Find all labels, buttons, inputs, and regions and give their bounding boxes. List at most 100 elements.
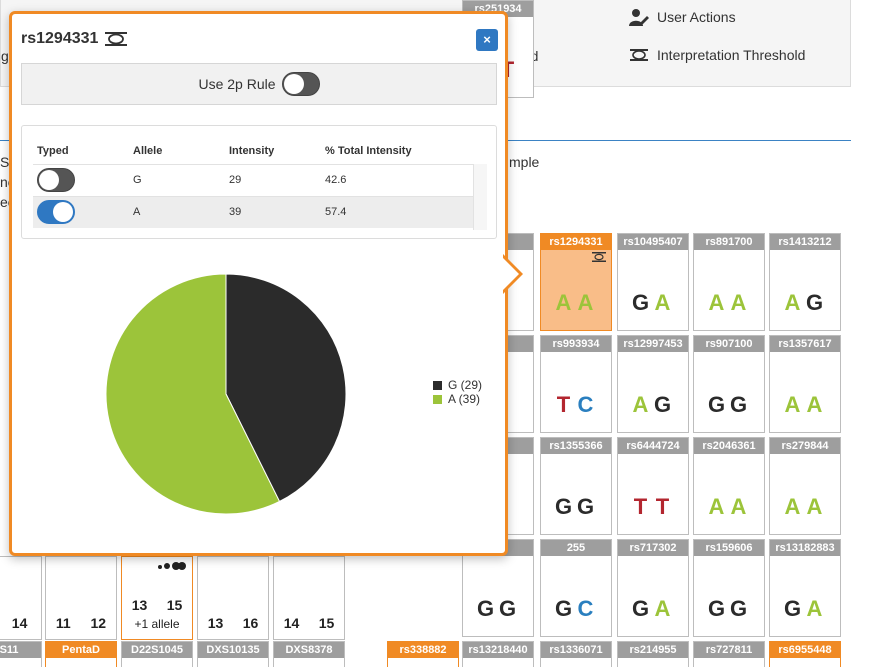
allele-letter: A — [708, 494, 728, 519]
cell-header: 255 — [541, 540, 611, 556]
genotype-alleles: GG — [694, 596, 764, 622]
locus-cell[interactable]: rs214955 — [617, 641, 689, 667]
str-allele: 13 — [131, 597, 148, 613]
genotype-alleles: AA — [694, 494, 764, 520]
str-cell[interactable]: 11 12 — [45, 556, 117, 640]
genotype-cell[interactable]: rs891700 A A — [693, 233, 765, 331]
close-button[interactable]: × — [476, 29, 498, 51]
locus-cell[interactable]: PentaD — [45, 641, 117, 667]
two-p-rule-label: Use 2p Rule — [198, 76, 276, 92]
allele-letter: G — [631, 290, 653, 315]
genotype-alleles: TT — [618, 494, 688, 520]
genotype-alleles: GG — [463, 596, 533, 622]
allele-letter: A — [654, 290, 674, 315]
percent-cell: 57.4 — [321, 195, 486, 228]
str-allele: 14 — [283, 615, 300, 631]
locus-cell[interactable]: rs727811 — [693, 641, 765, 667]
str-allele: 11 — [55, 615, 71, 631]
allele-letter: G — [498, 596, 520, 621]
legend-entry: A (39) — [433, 392, 482, 406]
cell-header: PentaD — [46, 642, 116, 658]
str-allele: 15 — [318, 615, 335, 631]
genotype-cell[interactable]: rs717302 G A — [617, 539, 689, 637]
genotype-cell[interactable]: 255 G C — [540, 539, 612, 637]
allele-letter: T — [655, 494, 673, 519]
genotype-cell[interactable]: rs993934 T C — [540, 335, 612, 433]
genotype-alleles: GG — [541, 494, 611, 520]
locus-cell[interactable]: rs13218440 — [462, 641, 534, 667]
str-cell[interactable]: 14 — [0, 556, 42, 640]
locus-cell[interactable]: 1S11 — [0, 641, 42, 667]
allele-cell: A — [129, 195, 225, 228]
legend-label: A (39) — [448, 392, 481, 406]
allele-letter: G — [631, 596, 653, 621]
str-alleles: 14 — [0, 615, 41, 631]
str-cell[interactable]: 13 15 +1 allele — [121, 556, 193, 640]
table-scrollbar[interactable] — [473, 164, 487, 230]
intensity-pie-chart — [104, 272, 348, 521]
table-row: A 39 57.4 — [33, 195, 486, 228]
cell-header: rs993934 — [541, 336, 611, 352]
threshold-icon — [630, 49, 648, 61]
genotype-cell[interactable]: rs907100 GG — [693, 335, 765, 433]
user-actions-icon — [157, 561, 187, 574]
genotype-cell[interactable]: rs12997453 A G — [617, 335, 689, 433]
genotype-cell[interactable]: rs6444724 T T — [617, 437, 689, 535]
typed-toggle-g[interactable] — [37, 168, 75, 192]
locus-cell[interactable]: rs338882 — [387, 641, 459, 667]
genotype-alleles: GG — [694, 392, 764, 418]
locus-cell[interactable]: DXS8378 — [273, 641, 345, 667]
two-p-rule-toggle[interactable] — [281, 72, 320, 96]
allele-letter: A — [730, 494, 750, 519]
cell-header: rs214955 — [618, 642, 688, 658]
cell-header: rs891700 — [694, 234, 764, 250]
allele-letter: A — [708, 290, 728, 315]
cell-header: DXS8378 — [274, 642, 344, 658]
genotype-cell[interactable]: rs2046361 A A — [693, 437, 765, 535]
allele-letter: A — [784, 494, 804, 519]
str-alleles: 13 16 — [198, 615, 268, 631]
threshold-icon — [592, 252, 606, 265]
genotype-alleles: AG — [618, 392, 688, 418]
cell-header: rs1294331 — [541, 234, 611, 250]
locus-cell[interactable]: D22S1045 — [121, 641, 193, 667]
typed-cell — [33, 163, 129, 196]
locus-detail-popover: rs1294331 × Use 2p Rule Typed Allele Int… — [9, 11, 508, 556]
cell-header: rs159606 — [694, 540, 764, 556]
cell-header: rs907100 — [694, 336, 764, 352]
genotype-cell[interactable]: rs13182883 G A — [769, 539, 841, 637]
typed-toggle-a[interactable] — [37, 200, 75, 225]
allele-letter: G — [476, 596, 498, 621]
allele-letter: G — [729, 596, 751, 621]
cell-header: rs1413212 — [770, 234, 840, 250]
genotype-cell[interactable]: rs1413212 A G — [769, 233, 841, 331]
genotype-cell[interactable]: rs1357617 A A — [769, 335, 841, 433]
genotype-cell[interactable]: rs1294331 A A — [540, 233, 612, 331]
genotype-cell[interactable]: rs1355366 GG — [540, 437, 612, 535]
genotype-cell[interactable]: rs279844 A A — [769, 437, 841, 535]
locus-cell[interactable]: DXS10135 — [197, 641, 269, 667]
allele-table-card: Typed Allele Intensity % Total Intensity… — [21, 125, 497, 239]
col-intensity: Intensity — [229, 144, 275, 157]
str-alleles: 14 15 — [274, 615, 344, 631]
legend-label: G (29) — [448, 378, 483, 392]
cell-header: 1S11 — [0, 642, 41, 658]
allele-letter: A — [806, 494, 826, 519]
allele-cell: G — [129, 163, 225, 196]
str-alleles: 11 12 — [46, 615, 116, 631]
str-allele: 14 — [11, 615, 28, 631]
allele-letter: A — [555, 290, 575, 315]
genotype-alleles: GA — [618, 596, 688, 622]
pie-legend: G (29) A (39) — [433, 378, 482, 406]
locus-cell[interactable]: rs1336071 — [540, 641, 612, 667]
cell-header: rs6955448 — [770, 642, 840, 658]
str-cell[interactable]: 14 15 — [273, 556, 345, 640]
allele-table: Typed Allele Intensity % Total Intensity… — [33, 138, 486, 228]
allele-letter: T — [633, 494, 651, 519]
sample-heading-fragment: mple — [509, 154, 540, 170]
table-row: G 29 42.6 — [33, 163, 486, 196]
locus-cell[interactable]: rs6955448 — [769, 641, 841, 667]
str-cell[interactable]: 13 16 — [197, 556, 269, 640]
genotype-cell[interactable]: rs159606 GG — [693, 539, 765, 637]
genotype-cell[interactable]: rs10495407 G A — [617, 233, 689, 331]
